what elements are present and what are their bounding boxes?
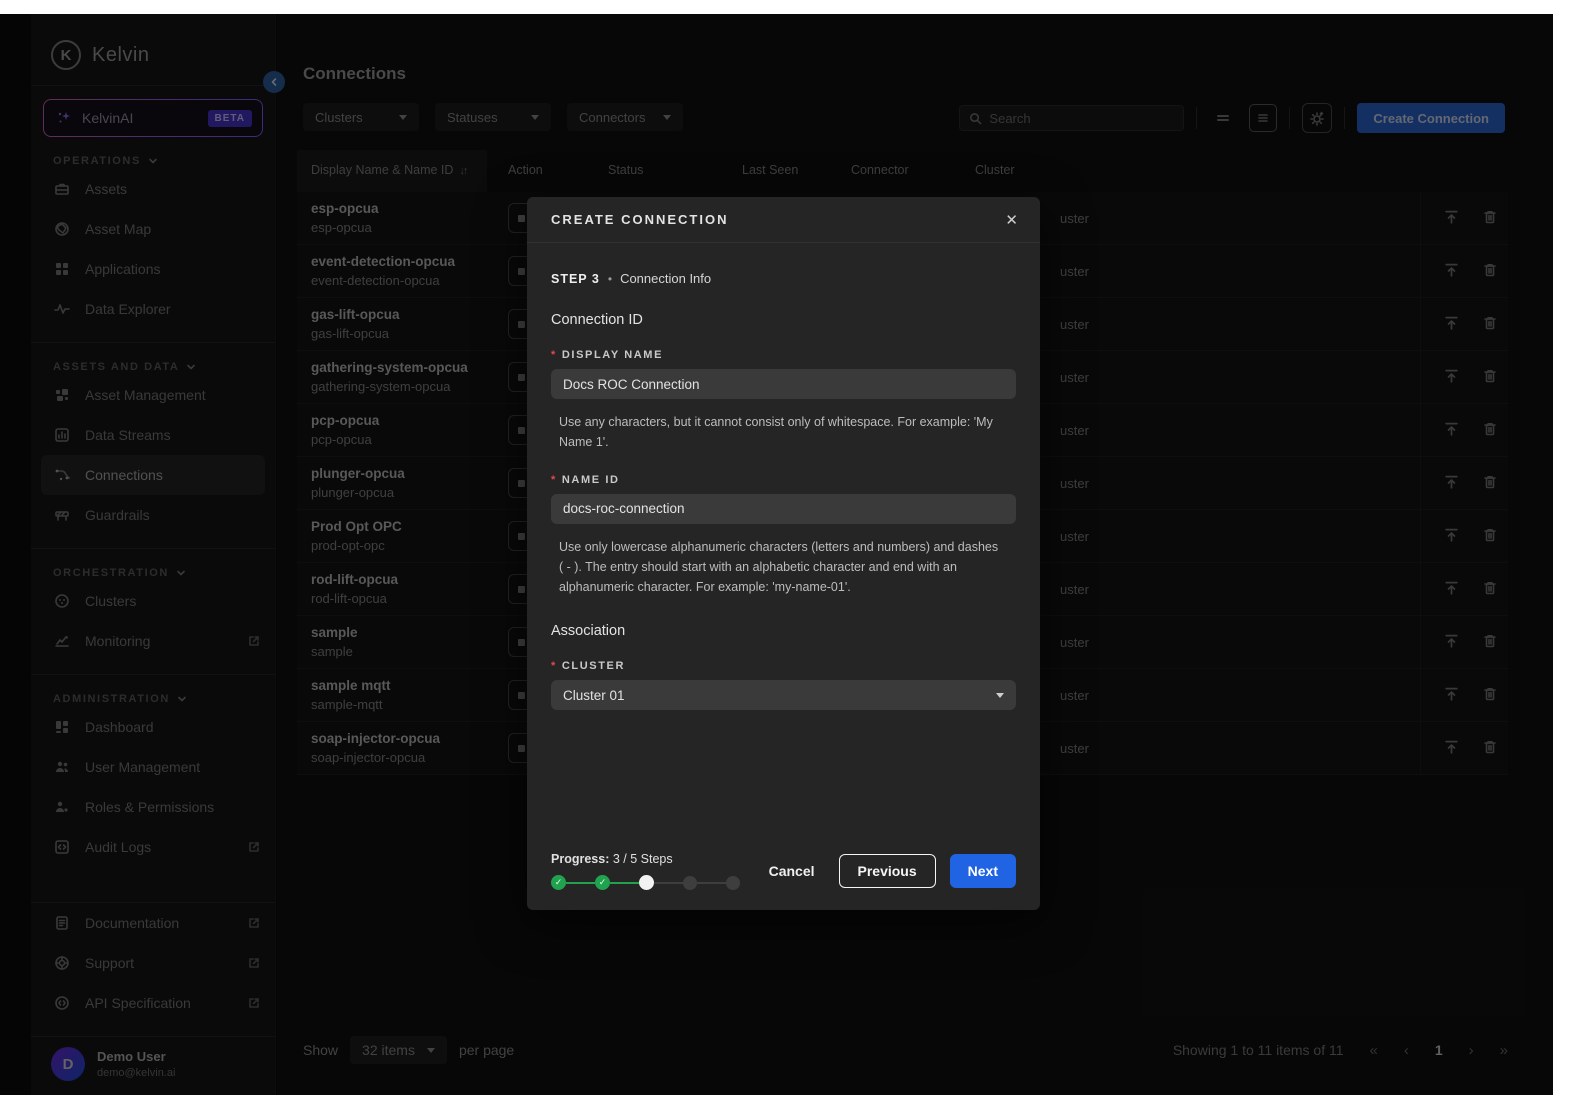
section-heading-association: Association: [551, 623, 1016, 639]
step-done-icon: ✓: [551, 875, 566, 890]
name-id-label: *NAME ID: [551, 474, 1016, 486]
close-icon[interactable]: ✕: [1005, 211, 1018, 229]
step-done-icon: ✓: [595, 875, 610, 890]
previous-button[interactable]: Previous: [839, 854, 936, 888]
step-connector: [566, 882, 595, 884]
required-asterisk: *: [551, 474, 557, 486]
section-heading-connection-id: Connection ID: [551, 312, 1016, 328]
modal-header: CREATE CONNECTION ✕: [527, 197, 1040, 243]
progress-value: 3 / 5 Steps: [613, 852, 673, 866]
next-button[interactable]: Next: [950, 854, 1016, 888]
create-connection-modal: CREATE CONNECTION ✕ STEP 3 • Connection …: [527, 197, 1040, 910]
step-connector: [610, 882, 639, 884]
cluster-select[interactable]: Cluster 01: [551, 680, 1016, 710]
caret-down-icon: [996, 693, 1004, 698]
required-asterisk: *: [551, 349, 557, 361]
step-connector: [697, 882, 726, 884]
cluster-label: *CLUSTER: [551, 660, 1016, 672]
cancel-button[interactable]: Cancel: [759, 855, 825, 887]
progress-label: Progress:: [551, 852, 609, 866]
display-name-label: *DISPLAY NAME: [551, 349, 1016, 361]
modal-title: CREATE CONNECTION: [551, 212, 728, 227]
step-current-icon: [639, 875, 654, 890]
step-name: Connection Info: [620, 271, 711, 286]
bullet-icon: •: [608, 272, 612, 286]
modal-body: STEP 3 • Connection Info Connection ID *…: [527, 271, 1040, 710]
step-number: STEP 3: [551, 272, 600, 286]
display-name-helper: Use any characters, but it cannot consis…: [551, 412, 1003, 453]
modal-footer: Progress: 3 / 5 Steps ✓ ✓ Cancel Pre: [551, 852, 1016, 890]
display-name-field[interactable]: [551, 369, 1016, 399]
step-upcoming-icon: [683, 876, 697, 890]
required-asterisk: *: [551, 660, 557, 672]
step-indicator: STEP 3 • Connection Info: [551, 271, 1016, 286]
progress-block: Progress: 3 / 5 Steps ✓ ✓: [551, 852, 740, 890]
app-window: K Kelvin KelvinAI BETA OPERATIONS Assets…: [0, 14, 1553, 1095]
step-upcoming-icon: [726, 876, 740, 890]
name-id-helper: Use only lowercase alphanumeric characte…: [551, 537, 1003, 598]
step-connector: [654, 882, 683, 884]
cluster-selected-value: Cluster 01: [563, 688, 625, 703]
name-id-field[interactable]: [551, 494, 1016, 524]
step-progress-bar: ✓ ✓: [551, 875, 740, 890]
